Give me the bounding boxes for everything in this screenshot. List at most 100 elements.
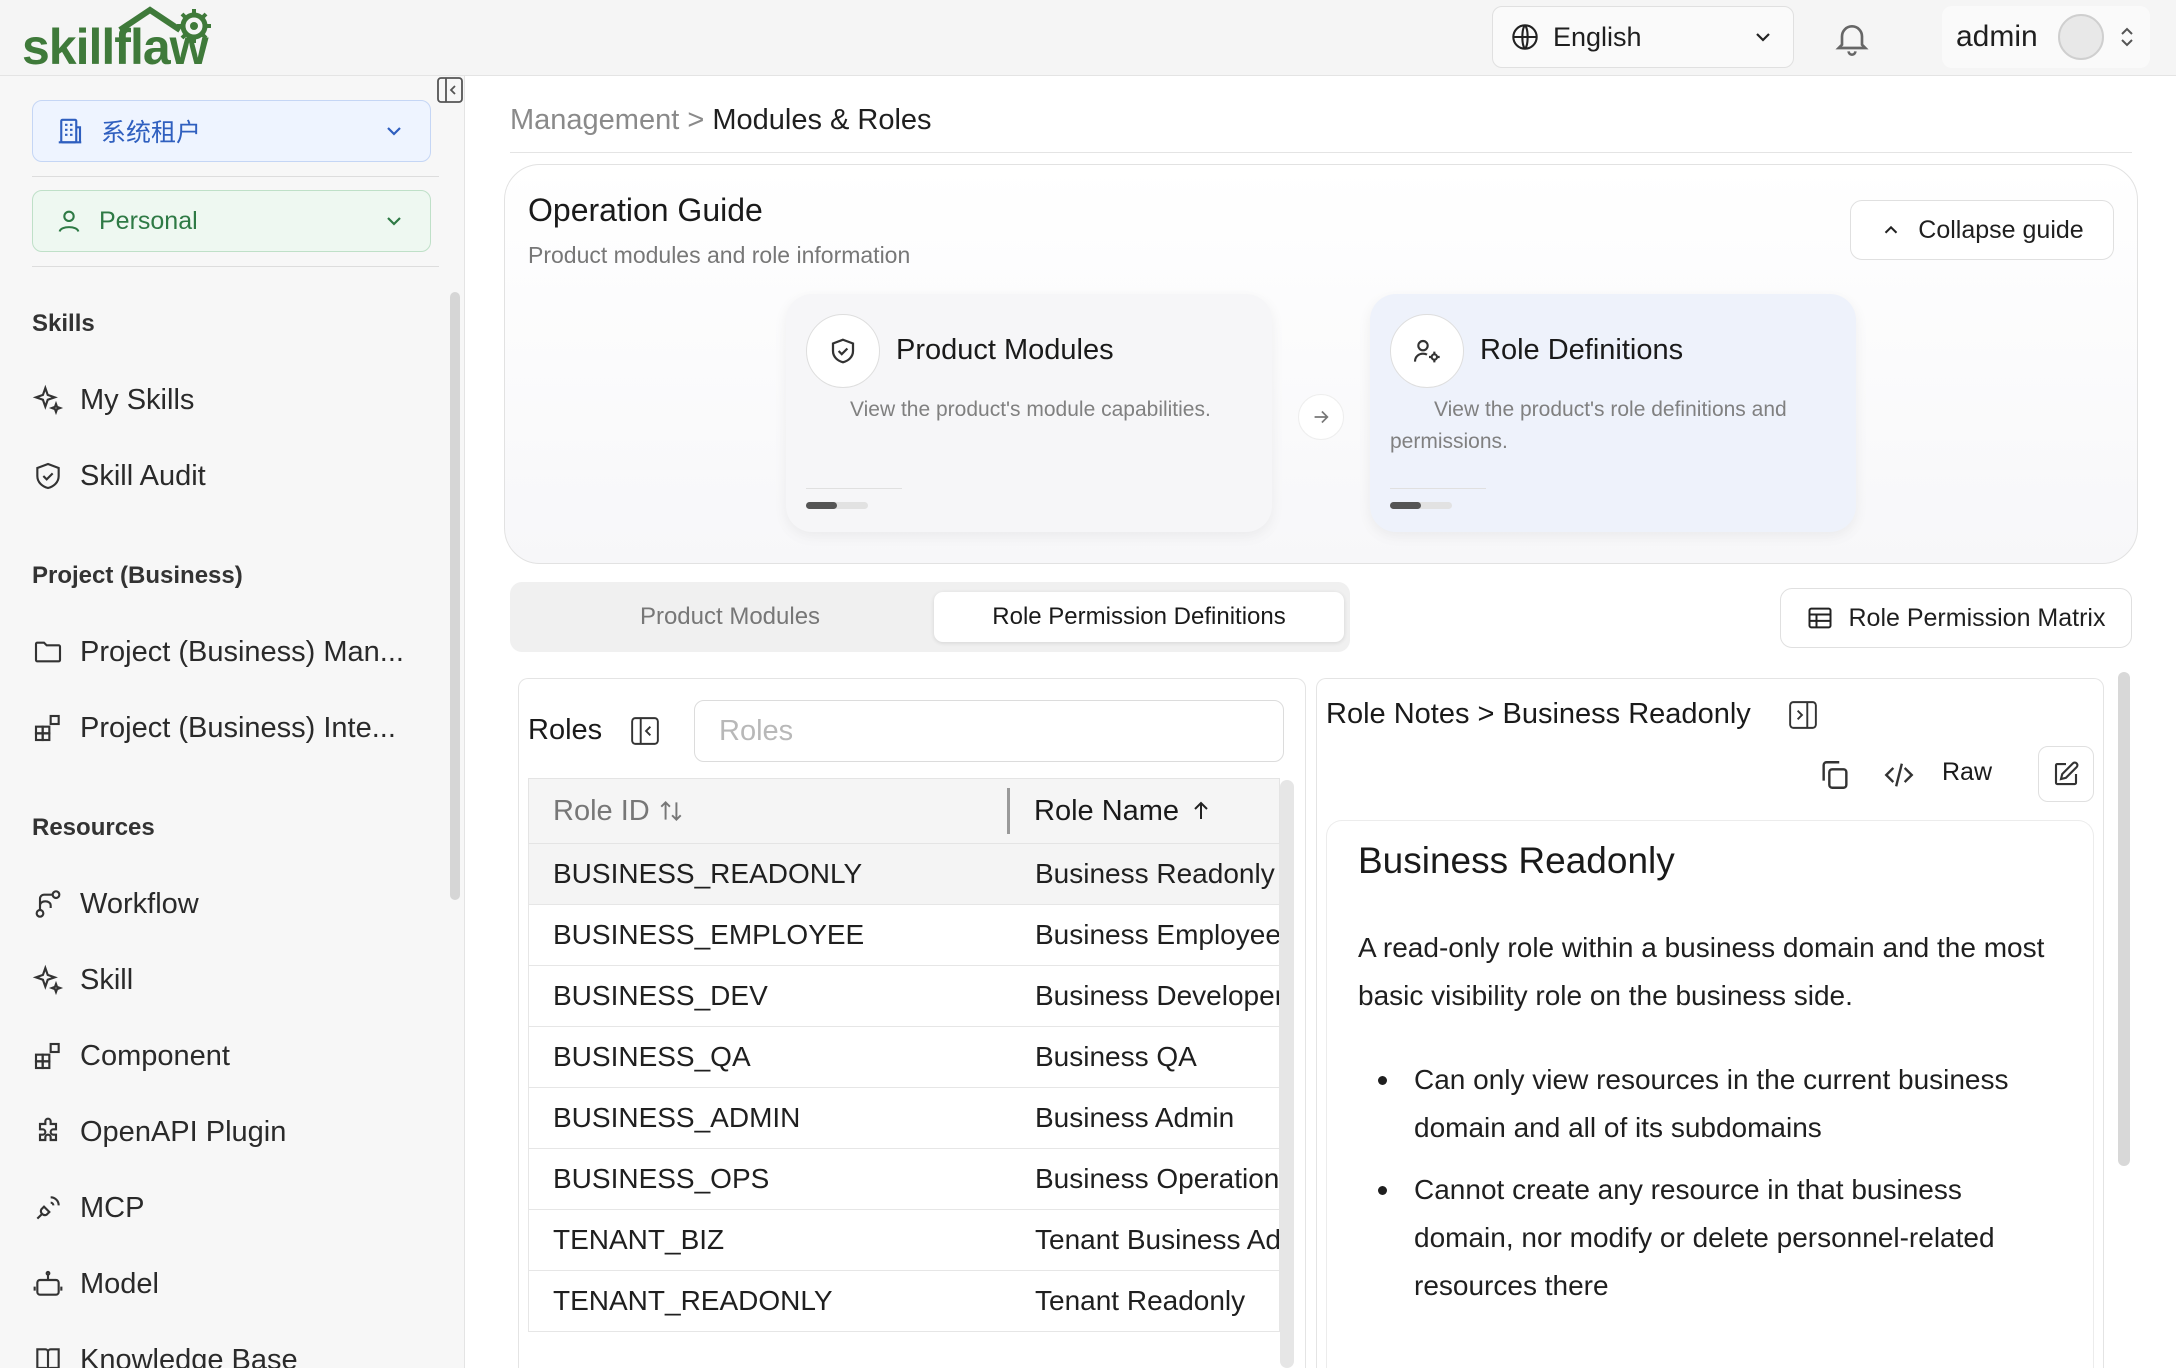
collapse-sidebar-icon[interactable]	[436, 76, 464, 104]
skillflaw-logo[interactable]: skillflaw	[22, 6, 272, 70]
guide-card-progress	[806, 502, 868, 509]
cell-role-id: BUSINESS_OPS	[553, 1163, 770, 1194]
sidebar-item-label: Knowledge Base	[80, 1343, 298, 1368]
sidebar-item-skill[interactable]: Skill	[32, 955, 432, 1005]
sidebar-item-project-integration[interactable]: Project (Business) Inte...	[32, 703, 432, 753]
tenant-select[interactable]: 系统租户	[32, 100, 431, 162]
cell-role-name: Business Developer	[1035, 980, 1279, 1011]
tab-role-permission-definitions[interactable]: Role Permission Definitions	[934, 592, 1344, 642]
expand-panel-icon[interactable]	[1788, 700, 1818, 730]
cell-role-name: Business Readonly	[1035, 858, 1275, 889]
chevron-up-down-icon	[2121, 27, 2133, 47]
roles-title: Roles	[528, 714, 603, 746]
cell-role-id: BUSINESS_READONLY	[553, 858, 863, 889]
cell-role-id: BUSINESS_QA	[553, 1041, 751, 1072]
cell-role-name: Tenant Business Admin	[1035, 1224, 1279, 1255]
role-permission-matrix-button[interactable]: Role Permission Matrix	[1780, 588, 2132, 648]
top-bar: skillflaw English admin	[0, 0, 2176, 76]
roles-search-input[interactable]	[694, 700, 1284, 762]
collapse-guide-label: Collapse guide	[1918, 215, 2084, 244]
sidebar-scrollbar[interactable]	[450, 292, 460, 900]
puzzle-icon	[38, 1117, 58, 1142]
table-header: Role ID Role Name	[528, 778, 1280, 844]
table-scrollbar[interactable]	[1280, 780, 1294, 1368]
sidebar-item-skill-audit[interactable]: Skill Audit	[32, 451, 432, 501]
roles-table: Role ID Role Name BUSINESS_READONLY Busin…	[528, 778, 1280, 1368]
sidebar-item-label: My Skills	[80, 383, 195, 416]
guide-subtitle: Product modules and role information	[528, 242, 911, 268]
user-icon	[58, 210, 80, 233]
folder-icon	[34, 641, 62, 663]
workspace-select[interactable]: Personal	[32, 190, 431, 252]
bell-icon[interactable]	[1832, 18, 1872, 58]
column-header-role-id[interactable]: Role ID	[529, 795, 1007, 828]
book-icon	[36, 1348, 60, 1368]
table-row[interactable]: TENANT_BIZ Tenant Business Admin	[528, 1210, 1280, 1271]
copy-icon[interactable]	[1818, 758, 1852, 792]
edit-notes-button[interactable]	[2038, 746, 2094, 802]
collapse-guide-button[interactable]: Collapse guide	[1850, 200, 2114, 260]
building-icon	[58, 118, 82, 144]
sidebar-item-workflow[interactable]: Workflow	[32, 879, 432, 929]
view-tabs: Product Modules Role Permission Definiti…	[510, 582, 1350, 652]
user-menu[interactable]: admin	[1942, 6, 2150, 68]
page-scrollbar[interactable]	[2118, 672, 2130, 1166]
robot-icon	[33, 1270, 63, 1296]
table-icon	[1808, 607, 1832, 629]
sidebar-item-label: Component	[80, 1039, 230, 1072]
cell-role-name: Business Employee	[1035, 919, 1279, 950]
section-title-project: Project (Business)	[32, 562, 243, 589]
table-row[interactable]: BUSINESS_OPS Business Operations	[528, 1149, 1280, 1210]
breadcrumb-parent[interactable]: Management	[510, 104, 679, 136]
guide-card-role-definitions[interactable]: Role Definitions View the product's role…	[1370, 294, 1856, 532]
note-bullet-list: Can only view resources in the current b…	[1358, 1056, 2058, 1324]
guide-card-title: Role Definitions	[1480, 334, 1684, 366]
table-row[interactable]: BUSINESS_DEV Business Developer	[528, 966, 1280, 1027]
table-row[interactable]: BUSINESS_READONLY Business Readonly	[528, 844, 1280, 905]
cell-role-id: TENANT_READONLY	[553, 1285, 833, 1316]
guide-card-product-modules[interactable]: Product Modules View the product's modul…	[786, 294, 1272, 532]
role-notes-title: Role Notes > Business Readonly	[1326, 698, 1751, 730]
table-row[interactable]: BUSINESS_EMPLOYEE Business Employee	[528, 905, 1280, 966]
section-title-resources: Resources	[32, 814, 155, 841]
chevron-down-icon	[387, 217, 401, 226]
chevron-down-icon	[387, 127, 401, 136]
guide-card-progress-fill	[1390, 502, 1421, 509]
sidebar-item-mcp[interactable]: MCP	[32, 1183, 432, 1233]
sidebar-item-label: Workflow	[80, 887, 199, 920]
chevron-down-icon	[1756, 33, 1770, 42]
language-value: English	[1553, 21, 1642, 52]
sidebar-item-component[interactable]: Component	[32, 1031, 432, 1081]
table-row[interactable]: BUSINESS_ADMIN Business Admin	[528, 1088, 1280, 1149]
tab-product-modules[interactable]: Product Modules	[520, 592, 940, 642]
guide-step-arrow	[1298, 394, 1344, 440]
sidebar-divider	[32, 176, 439, 177]
note-bullet: Can only view resources in the current b…	[1358, 1056, 2058, 1152]
language-select[interactable]: English	[1492, 6, 1794, 68]
table-row[interactable]: TENANT_READONLY Tenant Readonly	[528, 1271, 1280, 1332]
sort-ascending-icon[interactable]	[1189, 799, 1213, 823]
sidebar-item-openapi-plugin[interactable]: OpenAPI Plugin	[32, 1107, 432, 1157]
cell-role-id: BUSINESS_ADMIN	[553, 1102, 801, 1133]
sidebar-item-label: Skill Audit	[80, 459, 206, 492]
sidebar-item-my-skills[interactable]: My Skills	[32, 375, 432, 425]
table-row[interactable]: BUSINESS_QA Business QA	[528, 1027, 1280, 1088]
raw-toggle[interactable]: Raw	[1942, 758, 1992, 787]
guide-card-progress-fill	[806, 502, 837, 509]
note-paragraph: A read-only role within a business domai…	[1358, 932, 2045, 1011]
column-header-role-name[interactable]: Role Name	[1010, 795, 1279, 828]
sidebar-item-project-management[interactable]: Project (Business) Man...	[32, 627, 432, 677]
code-icon[interactable]	[1882, 758, 1916, 792]
workflow-icon	[35, 890, 61, 918]
sidebar-item-model[interactable]: Model	[32, 1259, 432, 1309]
cell-role-name: Business QA	[1035, 1041, 1197, 1072]
sidebar-item-knowledge-base[interactable]: Knowledge Base	[32, 1335, 432, 1368]
column-header-label: Role ID	[553, 794, 650, 827]
collapse-roles-icon[interactable]	[630, 716, 660, 746]
sidebar-item-label: Skill	[80, 963, 134, 996]
guide-card-icon-wrap	[1390, 314, 1464, 388]
sort-icon[interactable]	[658, 798, 684, 824]
guide-card-line	[1390, 488, 1486, 489]
sidebar-item-label: Model	[80, 1267, 159, 1300]
arrow-right-icon	[1314, 410, 1329, 424]
